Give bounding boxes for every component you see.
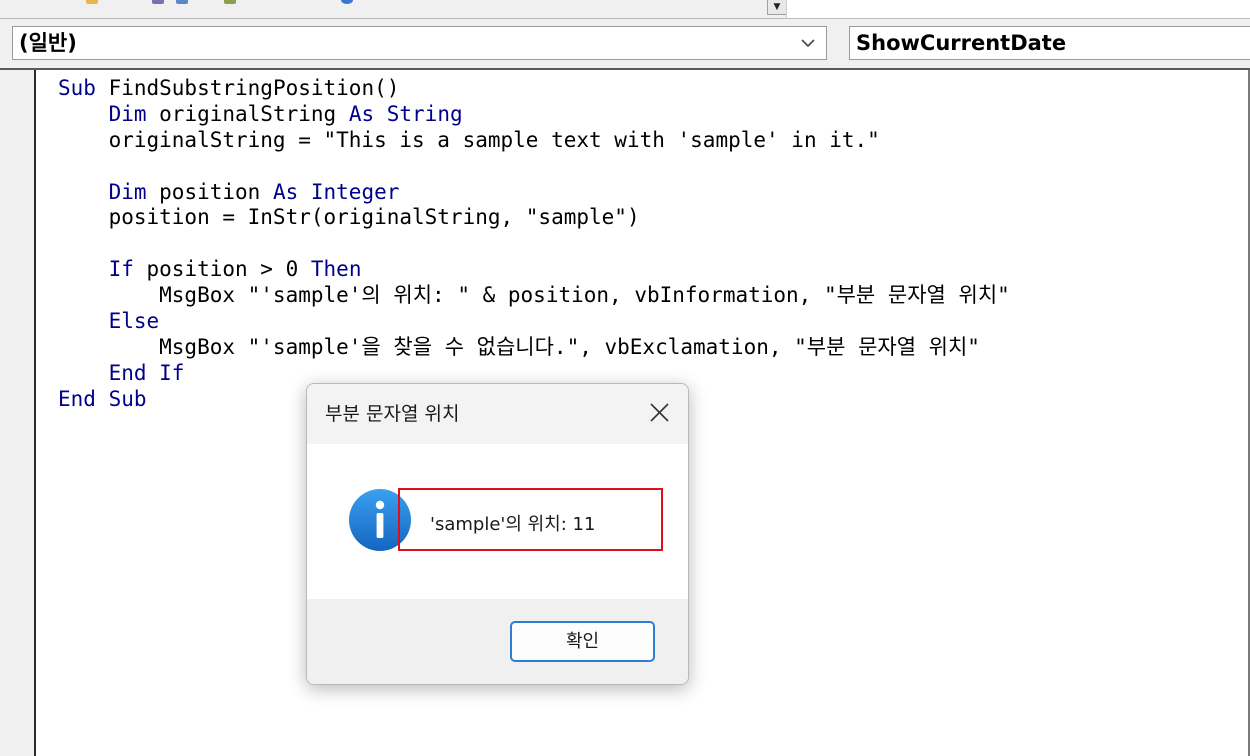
dialog-titlebar: 부분 문자열 위치 <box>307 384 688 444</box>
code-token: MsgBox "'sample'의 위치: " & position, vbIn… <box>58 283 1010 308</box>
dialog-title: 부분 문자열 위치 <box>325 403 460 425</box>
procedure-combobox-value: ShowCurrentDate <box>856 31 1067 55</box>
code-line[interactable]: Sub FindSubstringPosition() <box>58 76 1010 102</box>
toolbar-icon[interactable] <box>176 0 188 4</box>
procedure-combobox[interactable]: ShowCurrentDate <box>849 26 1250 60</box>
toolbar-dropdown-button[interactable]: ▼ <box>767 0 787 15</box>
code-line[interactable]: originalString = "This is a sample text … <box>58 128 1010 154</box>
code-line[interactable] <box>58 231 1010 257</box>
toolbar-right-area <box>786 0 1250 18</box>
toolbar-icon[interactable] <box>152 0 164 4</box>
object-combobox[interactable]: (일반) <box>12 26 827 60</box>
code-token: position > 0 <box>146 257 311 282</box>
code-keyword: Dim <box>108 179 160 204</box>
toolbar-icon[interactable] <box>224 0 236 4</box>
code-line[interactable] <box>58 154 1010 180</box>
code-text[interactable]: Sub FindSubstringPosition() Dim original… <box>58 76 1010 413</box>
toolbar-icon[interactable] <box>341 0 353 4</box>
message-box-dialog: 부분 문자열 위치 'sample'의 위치: 11 확인 <box>306 383 689 685</box>
code-line[interactable]: If position > 0 Then <box>58 257 1010 283</box>
code-keyword: End If <box>108 360 185 385</box>
code-token: position <box>159 179 273 204</box>
editor-margin[interactable] <box>0 70 36 756</box>
code-keyword: Then <box>310 257 362 282</box>
code-line[interactable]: position = InStr(originalString, "sample… <box>58 205 1010 231</box>
code-keyword: As Integer <box>272 179 400 204</box>
ok-button[interactable]: 확인 <box>510 621 655 662</box>
code-token: MsgBox "'sample'을 찾을 수 없습니다.", vbExclama… <box>58 334 980 359</box>
toolbar-icon[interactable] <box>86 0 98 4</box>
code-keyword: Dim <box>108 101 160 126</box>
code-token: position = InStr(originalString, "sample… <box>58 205 640 230</box>
code-line[interactable]: Else <box>58 309 1010 335</box>
code-token: originalString = "This is a sample text … <box>58 127 880 152</box>
code-line[interactable]: Dim position As Integer <box>58 180 1010 206</box>
code-line[interactable]: MsgBox "'sample'의 위치: " & position, vbIn… <box>58 283 1010 309</box>
code-token: FindSubstringPosition() <box>108 76 400 100</box>
code-keyword: Sub <box>58 76 109 100</box>
code-keyword: End Sub <box>58 386 147 411</box>
close-icon[interactable] <box>642 397 676 429</box>
code-window-header: (일반) ShowCurrentDate <box>0 19 1250 70</box>
code-line[interactable]: MsgBox "'sample'을 찾을 수 없습니다.", vbExclama… <box>58 335 1010 361</box>
code-keyword: Else <box>108 309 160 334</box>
code-line[interactable]: Dim originalString As String <box>58 102 1010 128</box>
code-keyword: If <box>108 257 147 282</box>
code-token: originalString <box>159 101 349 126</box>
toolbar-strip: ▼ <box>0 0 1250 19</box>
code-keyword: As String <box>348 101 463 126</box>
chevron-down-icon[interactable] <box>798 27 818 59</box>
dialog-message: 'sample'의 위치: 11 <box>430 514 596 535</box>
object-combobox-value: (일반) <box>19 31 77 55</box>
